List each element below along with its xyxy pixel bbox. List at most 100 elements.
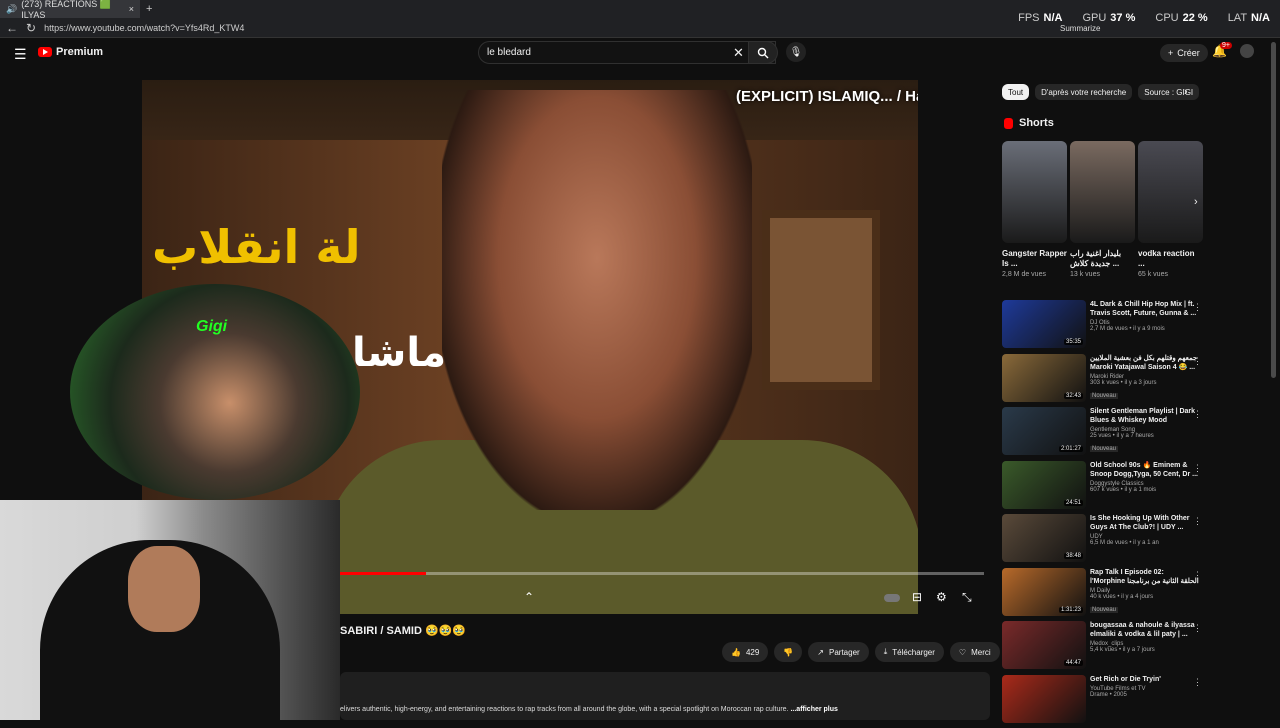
recommendation-title[interactable]: 4L Dark & Chill Hip Hop Mix | ft. Travis…	[1090, 300, 1200, 318]
recommendation-item[interactable]: 24:51Old School 90s 🔥 Eminem & Snoop Dog…	[1002, 461, 1208, 515]
duration-badge: 44:47	[1064, 660, 1083, 666]
recommendation-thumbnail[interactable]: 32:43	[1002, 354, 1086, 402]
like-button[interactable]: 👍429	[722, 642, 768, 662]
browser-tab-title: (273) REACTIONS 🟩 ILYAS	[21, 0, 125, 20]
duration-badge: 32:43	[1064, 393, 1083, 399]
webcam-circle	[70, 284, 360, 500]
chevron-right-icon[interactable]: ›	[1184, 86, 1188, 98]
new-tab-button[interactable]: +	[146, 3, 152, 15]
more-options-icon[interactable]: ⋮	[1193, 356, 1202, 367]
youtube-logo[interactable]: Premium	[38, 46, 103, 58]
recommendation-title[interactable]: جمعهم وقتلهم بكل فن بعشية الملايين Marok…	[1090, 354, 1200, 372]
recommendation-thumbnail[interactable]: 44:47	[1002, 621, 1086, 669]
recommendation-thumbnail[interactable]: 1:31:23	[1002, 568, 1086, 616]
reload-icon[interactable]: ↻	[26, 21, 36, 35]
close-tab-icon[interactable]: ×	[129, 4, 134, 14]
description-text: elivers authentic, high-energy, and ente…	[340, 706, 789, 713]
back-icon[interactable]: ←	[6, 21, 18, 35]
recommendation-info: جمعهم وقتلهم بكل فن بعشية الملايين Marok…	[1090, 354, 1200, 408]
perf-label: CPU	[1155, 12, 1178, 24]
recommendation-item[interactable]: 32:43 جمعهم وقتلهم بكل فن بعشية الملايين …	[1002, 354, 1208, 408]
more-options-icon[interactable]: ⋮	[1193, 677, 1202, 688]
recommendation-item[interactable]: 2:01:27Silent Gentleman Playlist | Dark …	[1002, 407, 1208, 461]
dislike-button[interactable]: 👎	[774, 642, 802, 662]
recommendation-title[interactable]: Old School 90s 🔥 Eminem & Snoop Dogg,Tyg…	[1090, 461, 1200, 479]
thanks-button[interactable]: ♡Merci	[950, 642, 1000, 662]
filter-chips: Tout D'après votre recherche Source : GIGI	[1002, 84, 1199, 100]
more-options-icon[interactable]: ⋮	[1193, 463, 1202, 474]
search-value: le bledard	[487, 47, 531, 58]
video-social-overlay: (EXPLICIT) ISLAMIQ... / Hassan jiji	[736, 88, 918, 105]
recommendation-thumbnail[interactable]: 24:51	[1002, 461, 1086, 509]
wall-portrait	[762, 210, 880, 390]
more-options-icon[interactable]: ⋮	[1193, 409, 1202, 420]
filter-chip[interactable]: D'après votre recherche	[1035, 84, 1132, 100]
create-button[interactable]: + Créer	[1160, 44, 1208, 62]
clear-search-icon[interactable]: ✕	[733, 45, 744, 61]
recommendation-meta: 2,7 M de vues • il y a 9 mois	[1090, 326, 1200, 332]
search-button[interactable]	[748, 41, 778, 64]
scrollbar[interactable]	[1271, 42, 1276, 378]
recommendation-item[interactable]: 35:35 4L Dark & Chill Hip Hop Mix | ft. T…	[1002, 300, 1208, 354]
duration-badge: 35:35	[1064, 339, 1083, 345]
perf-item: GPU37 %	[1082, 12, 1135, 24]
thumbs-up-icon: 👍	[731, 648, 741, 657]
filter-chip[interactable]: Source : GIGI	[1138, 84, 1199, 100]
recommendation-thumbnail[interactable]	[1002, 675, 1086, 723]
recommendation-item[interactable]: 38:48Is She Hooking Up With Other Guys A…	[1002, 514, 1208, 568]
short-title[interactable]: vodka reaction ...	[1138, 249, 1203, 269]
video-title: SABIRI / SAMID 🥹🥹🥹	[340, 624, 466, 637]
shorts-heading-label: Shorts	[1019, 117, 1054, 129]
subtitles-icon[interactable]: ⊟	[912, 590, 922, 604]
recommendation-title[interactable]: Rap Talk I Episode 02: l'Morphine الحلقة…	[1090, 568, 1200, 586]
shorts-next-icon[interactable]: ›	[1194, 196, 1198, 208]
exit-fullscreen-icon[interactable]: ⤡	[962, 590, 972, 605]
download-button[interactable]: ⤓Télécharger	[875, 642, 944, 662]
more-options-icon[interactable]: ⋮	[1193, 302, 1202, 313]
account-avatar[interactable]	[1240, 44, 1254, 58]
settings-gear-icon[interactable]: ⚙	[936, 590, 947, 604]
show-more-link[interactable]: ...afficher plus	[790, 706, 837, 713]
recommendation-title[interactable]: Get Rich or Die Tryin'	[1090, 675, 1200, 684]
recommendation-item[interactable]: 1:31:23Rap Talk I Episode 02: l'Morphine…	[1002, 568, 1208, 622]
short-title[interactable]: بليدار اغنية راب جديدة كلاش ...	[1070, 249, 1135, 269]
short-views: 2,8 M de vues	[1002, 271, 1067, 278]
more-options-icon[interactable]: ⋮	[1193, 623, 1202, 634]
share-button[interactable]: ↗Partager	[808, 642, 868, 662]
download-label: Télécharger	[892, 648, 935, 657]
filter-chip[interactable]: Tout	[1002, 84, 1029, 100]
short-thumbnail[interactable]	[1002, 141, 1067, 243]
short-title[interactable]: Gangster Rapper Is ...	[1002, 249, 1067, 269]
summarize-button[interactable]: Summarize	[1060, 24, 1100, 33]
audio-icon: 🔊	[6, 4, 17, 15]
chevron-up-icon[interactable]: ⌃	[524, 590, 534, 604]
recommendation-info: Silent Gentleman Playlist | Dark Blues &…	[1090, 407, 1200, 461]
url-field[interactable]: https://www.youtube.com/watch?v=Yfs4Rd_K…	[44, 23, 244, 33]
recommendation-title[interactable]: Is She Hooking Up With Other Guys At The…	[1090, 514, 1200, 532]
search-input[interactable]: le bledard	[478, 41, 776, 64]
short-thumbnail[interactable]	[1138, 141, 1203, 243]
video-caption-arabic-2: ماشا	[352, 330, 446, 376]
short-item[interactable]: Gangster Rapper Is ... 2,8 M de vues	[1002, 141, 1067, 278]
short-thumbnail[interactable]	[1070, 141, 1135, 243]
short-item[interactable]: بليدار اغنية راب جديدة كلاش ...13 k vues	[1070, 141, 1135, 278]
progress-bar[interactable]	[340, 572, 984, 575]
more-options-icon[interactable]: ⋮	[1193, 516, 1202, 527]
logo-label: Premium	[56, 46, 103, 58]
recommendation-thumbnail[interactable]: 38:48	[1002, 514, 1086, 562]
youtube-play-icon	[38, 47, 52, 57]
menu-icon[interactable]: ☰	[14, 46, 27, 63]
recommendation-item[interactable]: 44:47 bougassaa & nahoule & ilyassa elmal…	[1002, 621, 1208, 675]
recommendation-title[interactable]: Silent Gentleman Playlist | Dark Blues &…	[1090, 407, 1200, 425]
autoplay-toggle[interactable]	[884, 594, 900, 602]
browser-tab[interactable]: 🔊 (273) REACTIONS 🟩 ILYAS ×	[0, 0, 140, 18]
recommendation-title[interactable]: bougassaa & nahoule & ilyassa elmaliki &…	[1090, 621, 1200, 639]
more-options-icon[interactable]: ⋮	[1193, 570, 1202, 581]
microphone-icon[interactable]: 🎙	[786, 42, 806, 62]
description-box[interactable]: elivers authentic, high-energy, and ente…	[340, 672, 990, 720]
recommendation-thumbnail[interactable]: 2:01:27	[1002, 407, 1086, 455]
webcam-brand: Gigi	[196, 318, 227, 336]
video-figure-face	[442, 90, 752, 510]
recommendation-thumbnail[interactable]: 35:35	[1002, 300, 1086, 348]
short-item[interactable]: vodka reaction ...65 k vues	[1138, 141, 1203, 278]
